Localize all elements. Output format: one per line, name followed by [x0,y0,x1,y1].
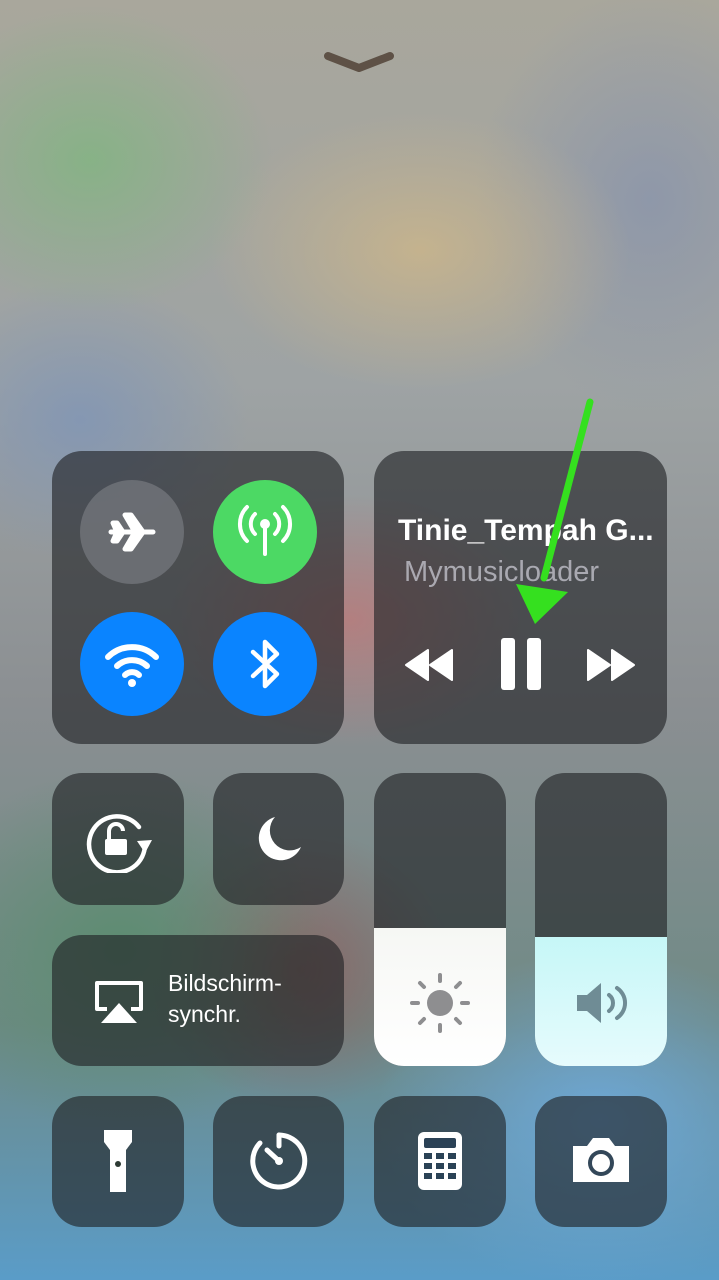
airplane-icon [108,512,156,552]
now-playing-panel[interactable] [374,451,667,744]
rotation-lock-icon [86,814,152,873]
screen-mirroring-line2: synchr. [168,1001,241,1027]
speaker-icon [577,983,627,1023]
camera-icon [573,1138,629,1182]
pause-icon [501,638,541,690]
camera-button[interactable] [535,1096,667,1227]
cellular-data-toggle[interactable] [213,480,317,584]
now-playing-source: Mymusicloader [404,556,599,588]
flashlight-icon [104,1130,132,1192]
fast-forward-button[interactable] [584,640,640,690]
chevron-down-icon[interactable] [324,48,394,76]
volume-slider[interactable] [535,773,667,1066]
do-not-disturb-button[interactable] [213,773,344,905]
rewind-icon [405,649,453,681]
timer-icon [250,1132,308,1190]
flashlight-button[interactable] [52,1096,184,1227]
airplane-mode-toggle[interactable] [80,480,184,584]
bluetooth-toggle[interactable] [213,612,317,716]
pause-button[interactable] [494,634,548,694]
cellular-antenna-icon [237,505,293,556]
sun-icon [410,973,470,1033]
brightness-slider[interactable] [374,773,506,1066]
now-playing-title: Tinie_Tempah G... [398,514,654,547]
calculator-icon [418,1132,462,1190]
wifi-toggle[interactable] [80,612,184,716]
fast-forward-icon [587,649,635,681]
rotation-lock-button[interactable] [52,773,184,905]
screen-mirroring-label: Bildschirm- synchr. [168,968,282,1030]
wifi-icon [105,644,159,687]
bluetooth-icon [250,639,280,689]
screen-mirroring-line1: Bildschirm- [168,970,282,996]
rewind-button[interactable] [400,640,456,690]
timer-button[interactable] [213,1096,344,1227]
calculator-button[interactable] [374,1096,506,1227]
moon-icon [258,817,301,861]
airplay-screen-icon [95,981,143,1023]
